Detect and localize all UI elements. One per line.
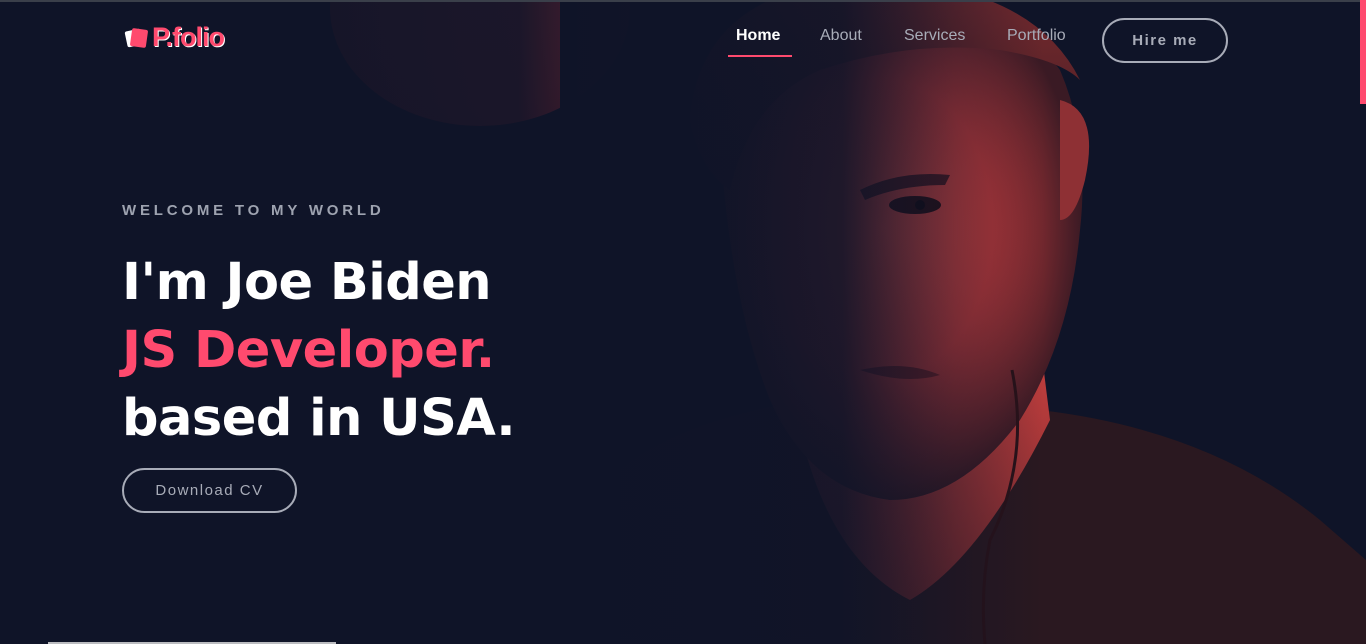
headline-role: JS Developer. [122,321,495,380]
hire-me-button[interactable]: Hire me [1102,18,1228,63]
nav-active-underline [728,55,792,57]
download-cv-button[interactable]: Download CV [122,468,297,513]
headline-location: based in USA. [122,389,516,448]
nav-about-link[interactable]: About [820,27,862,45]
portfolio-page: P.folio Home About Services Portfolio Hi… [0,0,1366,644]
top-navigation: P.folio Home About Services Portfolio Hi… [0,0,1366,80]
nav-home-link[interactable]: Home [736,27,780,45]
hero-intro: WELCOME TO MY WORLD I'm Joe Biden JS Dev… [122,202,516,513]
hero-headline: I'm Joe Biden JS Developer. based in USA… [122,249,516,453]
nav-portfolio-link[interactable]: Portfolio [1007,27,1066,45]
headline-name: I'm Joe Biden [122,253,492,312]
nav-services-link[interactable]: Services [904,27,965,45]
welcome-kicker: WELCOME TO MY WORLD [122,202,385,219]
